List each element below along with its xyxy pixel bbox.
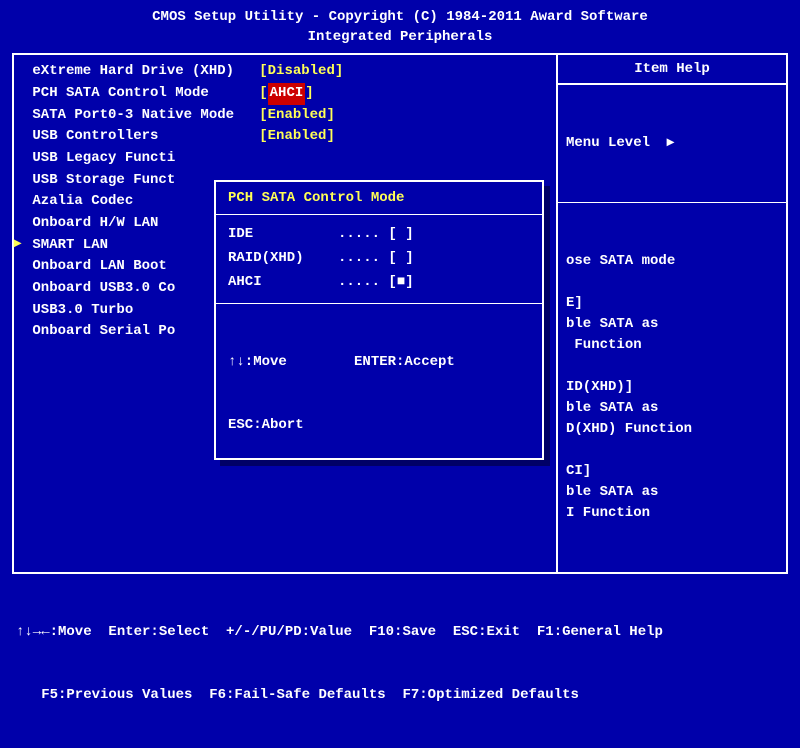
popup-option-mark: [ ] <box>388 247 413 271</box>
setting-value[interactable]: [Enabled] <box>259 105 335 127</box>
popup-option[interactable]: AHCI..... [■] <box>228 271 530 295</box>
popup-hint-move: ↑↓:Move ENTER:Accept <box>228 352 530 373</box>
setting-row[interactable]: PCH SATA Control Mode [AHCI] <box>24 83 546 105</box>
setting-value[interactable]: [Enabled] <box>259 126 335 148</box>
main-panel: eXtreme Hard Drive (XHD) [Disabled] PCH … <box>12 53 788 574</box>
help-header: Item Help <box>558 55 786 85</box>
popup-footer: ↑↓:Move ENTER:Accept ESC:Abort <box>226 304 532 480</box>
popup-options: IDE..... [ ]RAID(XHD)..... [ ]AHCI..... … <box>226 215 532 302</box>
footer-hints: ↑↓→←:Move Enter:Select +/-/PU/PD:Value F… <box>12 574 788 748</box>
setting-value-selected[interactable]: AHCI <box>268 83 306 105</box>
help-panel: Item Help Menu Level ▸ ose SATA mode E] … <box>556 55 786 572</box>
popup-option-label: AHCI <box>228 271 338 295</box>
popup-option[interactable]: RAID(XHD)..... [ ] <box>228 247 530 271</box>
popup-option-label: RAID(XHD) <box>228 247 338 271</box>
popup-option[interactable]: IDE..... [ ] <box>228 223 530 247</box>
title-line2: Integrated Peripherals <box>12 28 788 48</box>
popup-option-label: IDE <box>228 223 338 247</box>
setting-row[interactable]: eXtreme Hard Drive (XHD) [Disabled] <box>24 61 546 83</box>
help-body: ose SATA mode E] ble SATA as Function ID… <box>566 251 778 524</box>
popup-hint-abort: ESC:Abort <box>228 415 530 436</box>
bios-title: CMOS Setup Utility - Copyright (C) 1984-… <box>12 8 788 47</box>
popup-sata-mode: PCH SATA Control Mode IDE..... [ ]RAID(X… <box>214 180 544 460</box>
setting-label: PCH SATA Control Mode <box>24 83 259 105</box>
setting-value[interactable]: [Disabled] <box>259 61 343 83</box>
popup-option-mark: [ ] <box>388 223 413 247</box>
footer-line1: ↑↓→←:Move Enter:Select +/-/PU/PD:Value F… <box>16 622 784 643</box>
setting-row[interactable]: USB Legacy Functi <box>24 148 546 170</box>
setting-row[interactable]: SATA Port0-3 Native Mode [Enabled] <box>24 105 546 127</box>
title-line1: CMOS Setup Utility - Copyright (C) 1984-… <box>12 8 788 28</box>
help-menu-level: Menu Level ▸ <box>566 133 778 154</box>
setting-row[interactable]: USB Controllers [Enabled] <box>24 126 546 148</box>
setting-label: USB Legacy Functi <box>24 148 259 170</box>
footer-line2: F5:Previous Values F6:Fail-Safe Defaults… <box>16 685 784 706</box>
setting-label: eXtreme Hard Drive (XHD) <box>24 61 259 83</box>
pointer-icon: ▸ <box>14 235 21 252</box>
setting-label: USB Controllers <box>24 126 259 148</box>
setting-label: SATA Port0-3 Native Mode <box>24 105 259 127</box>
settings-panel: eXtreme Hard Drive (XHD) [Disabled] PCH … <box>14 55 556 572</box>
popup-option-mark: [■] <box>388 271 413 295</box>
popup-title: PCH SATA Control Mode <box>226 186 532 214</box>
